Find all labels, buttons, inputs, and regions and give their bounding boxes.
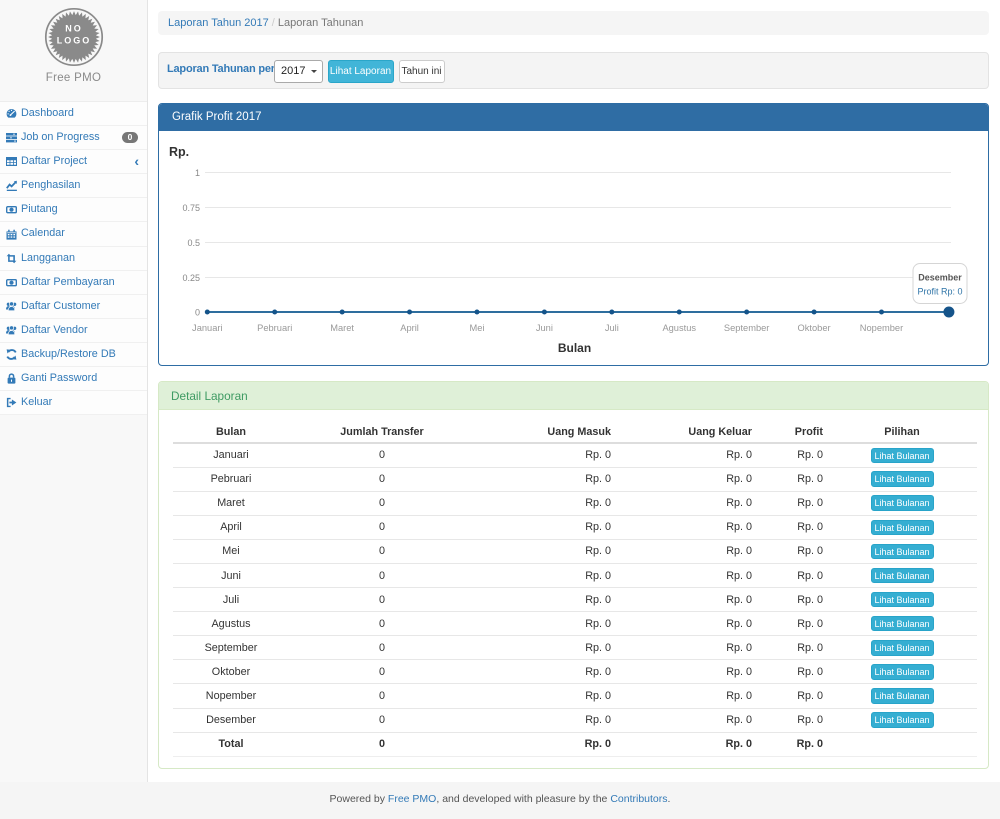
svg-text:0.25: 0.25 xyxy=(182,273,200,283)
svg-text:Oktober: Oktober xyxy=(798,323,831,333)
svg-text:Rp.: Rp. xyxy=(169,145,189,159)
svg-text:Agustus: Agustus xyxy=(662,323,696,333)
svg-text:LOGO: LOGO xyxy=(56,36,91,46)
svg-text:Januari: Januari xyxy=(192,323,223,333)
svg-text:NO: NO xyxy=(65,24,83,34)
svg-text:Juni: Juni xyxy=(536,323,553,333)
svg-text:0: 0 xyxy=(195,308,200,318)
svg-text:Maret: Maret xyxy=(330,323,354,333)
svg-text:0.75: 0.75 xyxy=(182,203,200,213)
svg-text:1: 1 xyxy=(195,168,200,178)
svg-text:April: April xyxy=(400,323,419,333)
svg-text:Juli: Juli xyxy=(605,323,619,333)
svg-text:Desember: Desember xyxy=(918,273,962,283)
svg-text:Pebruari: Pebruari xyxy=(257,323,292,333)
svg-text:0.5: 0.5 xyxy=(187,238,200,248)
svg-text:September: September xyxy=(724,323,769,333)
svg-text:Nopember: Nopember xyxy=(860,323,903,333)
svg-text:Mei: Mei xyxy=(469,323,484,333)
svg-text:Profit Rp: 0: Profit Rp: 0 xyxy=(917,287,962,297)
svg-text:Bulan: Bulan xyxy=(558,341,591,355)
